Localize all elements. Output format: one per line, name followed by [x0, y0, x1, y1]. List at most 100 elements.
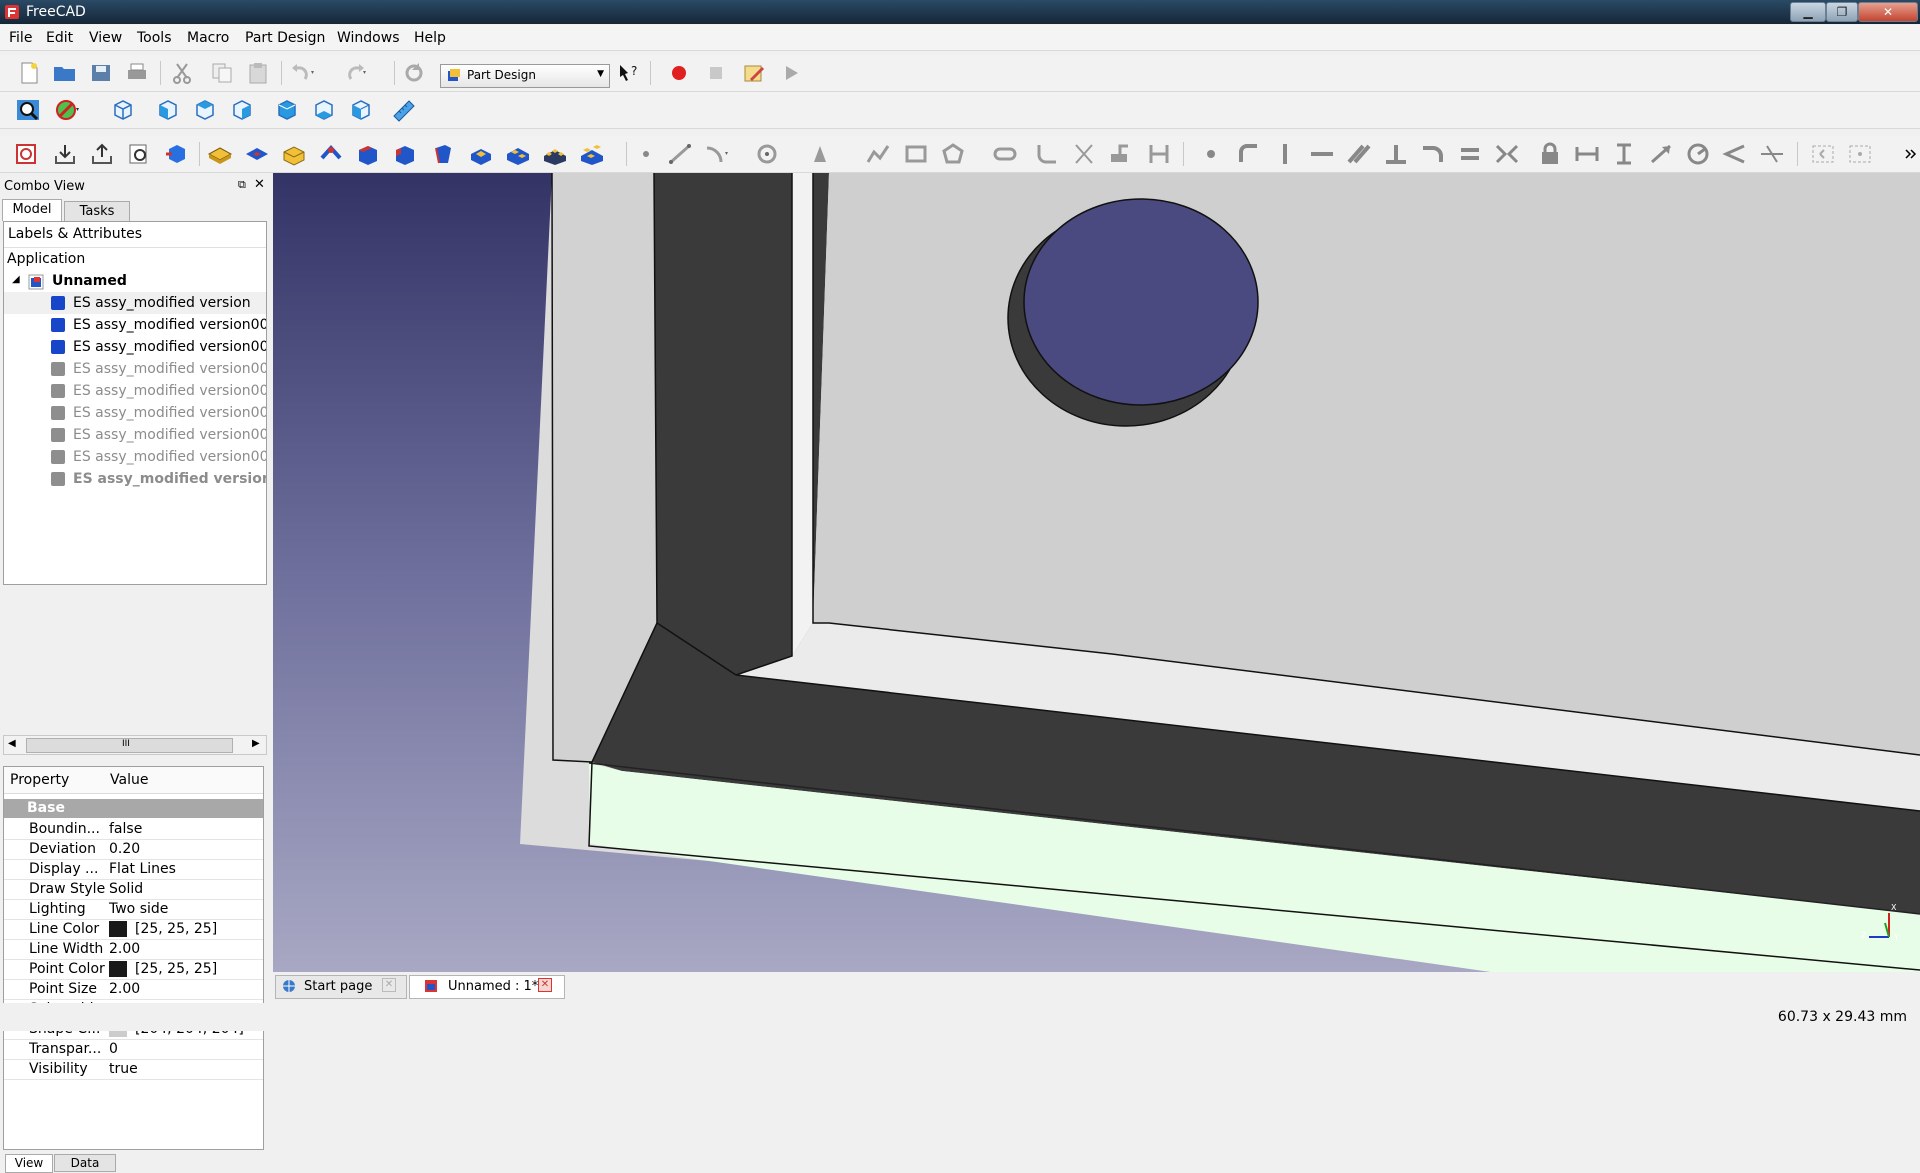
left-view-icon[interactable]: [348, 98, 374, 122]
constrain-tangent-icon[interactable]: [1420, 142, 1446, 166]
tree-item[interactable]: ES assy_modified version005: [4, 402, 266, 424]
close-tab-icon[interactable]: ✕: [538, 978, 552, 992]
constrain-parallel-icon[interactable]: [1346, 142, 1372, 166]
property-row[interactable]: Deviation 0.20: [4, 839, 263, 860]
property-value[interactable]: 2.00: [109, 981, 140, 997]
tree-item[interactable]: ES assy_modified version00: [4, 468, 266, 490]
leave-sketch-icon[interactable]: [52, 142, 78, 166]
menu-macro[interactable]: Macro: [187, 30, 229, 46]
tree-item[interactable]: ES assy_modified version002: [4, 336, 266, 358]
property-value[interactable]: Solid: [109, 881, 143, 897]
tree-item[interactable]: ES assy_modified version007: [4, 446, 266, 468]
constrain-lock-icon[interactable]: [1537, 142, 1563, 166]
float-panel-icon[interactable]: ⧉: [238, 178, 246, 192]
rear-view-icon[interactable]: [274, 98, 300, 122]
tree-item[interactable]: ES assy_modified version003: [4, 358, 266, 380]
property-value[interactable]: Two side: [109, 901, 168, 917]
sketch-arc-icon[interactable]: [703, 142, 729, 166]
new-document-icon[interactable]: [16, 61, 42, 85]
color-swatch[interactable]: [109, 921, 127, 937]
menu-tools[interactable]: Tools: [137, 30, 172, 46]
execute-macro-icon[interactable]: [778, 61, 804, 85]
tab-view[interactable]: View: [5, 1154, 53, 1173]
property-group-base[interactable]: Base: [4, 799, 263, 818]
sketch-trim-icon[interactable]: [1071, 142, 1097, 166]
pad-icon[interactable]: [207, 142, 233, 166]
tab-start-page[interactable]: Start page ✕: [275, 975, 407, 999]
stop-macro-icon[interactable]: [703, 61, 729, 85]
scroll-left-icon[interactable]: ◀: [8, 738, 16, 749]
refresh-icon[interactable]: [401, 61, 427, 85]
property-row[interactable]: Visibility true: [4, 1059, 263, 1080]
select-origin-icon[interactable]: [1847, 142, 1873, 166]
constrain-point-on-object-icon[interactable]: [1235, 142, 1261, 166]
groove-icon[interactable]: [318, 142, 344, 166]
tab-data[interactable]: Data: [54, 1154, 116, 1172]
scroll-right-icon[interactable]: ▶: [252, 738, 260, 749]
linear-pattern-icon[interactable]: [542, 142, 568, 166]
constrain-equal-icon[interactable]: [1457, 142, 1483, 166]
constrain-distance-icon[interactable]: [1648, 142, 1674, 166]
macro-editor-icon[interactable]: [741, 61, 767, 85]
tree-document-node[interactable]: ◢ Unnamed: [4, 270, 266, 292]
tab-model[interactable]: Model: [2, 199, 62, 221]
constrain-symmetric-icon[interactable]: [1494, 142, 1520, 166]
thickness-icon[interactable]: [468, 142, 494, 166]
print-icon[interactable]: [124, 61, 150, 85]
toolbar-overflow-icon[interactable]: [1898, 142, 1917, 166]
save-icon[interactable]: [88, 61, 114, 85]
maximize-button[interactable]: ❐: [1826, 2, 1858, 22]
constrain-vertical-distance-icon[interactable]: [1611, 142, 1637, 166]
isometric-view-icon[interactable]: [110, 98, 136, 122]
menu-edit[interactable]: Edit: [46, 30, 73, 46]
workbench-selector[interactable]: Part Design ▼: [440, 64, 610, 88]
tab-unnamed[interactable]: Unnamed : 1* ✕: [409, 975, 565, 999]
chamfer-icon[interactable]: [392, 142, 418, 166]
menu-view[interactable]: View: [89, 30, 122, 46]
sketch-line-icon[interactable]: [667, 142, 693, 166]
view-sketch-icon[interactable]: [89, 142, 115, 166]
property-value[interactable]: 0.20: [109, 841, 140, 857]
property-row[interactable]: Boundin... false: [4, 819, 263, 840]
pocket-icon[interactable]: [244, 142, 270, 166]
map-sketch-icon[interactable]: [126, 142, 152, 166]
measure-distance-icon[interactable]: [391, 98, 417, 122]
constrain-horizontal-distance-icon[interactable]: [1574, 142, 1600, 166]
property-row[interactable]: Lighting Two side: [4, 899, 263, 920]
constrain-horizontal-icon[interactable]: [1309, 142, 1335, 166]
cut-icon[interactable]: [169, 61, 195, 85]
draft-icon[interactable]: [430, 142, 456, 166]
redo-icon[interactable]: [341, 61, 367, 85]
tree-item[interactable]: ES assy_modified version004: [4, 380, 266, 402]
property-row[interactable]: Display ... Flat Lines: [4, 859, 263, 880]
fit-all-icon[interactable]: [15, 98, 41, 122]
property-row[interactable]: Point Size 2.00: [4, 979, 263, 1000]
collapse-arrow-icon[interactable]: ◢: [12, 274, 20, 285]
tree-horizontal-scrollbar[interactable]: ◀ III ▶: [3, 735, 267, 755]
sketch-fillet-icon[interactable]: [1034, 142, 1060, 166]
sketch-point-icon[interactable]: [633, 142, 659, 166]
property-value[interactable]: Flat Lines: [109, 861, 176, 877]
bottom-view-icon[interactable]: [311, 98, 337, 122]
property-row[interactable]: Point Color [25, 25, 25]: [4, 959, 263, 980]
top-view-icon[interactable]: [192, 98, 218, 122]
multi-transform-icon[interactable]: [579, 142, 605, 166]
validate-sketch-icon[interactable]: [164, 142, 190, 166]
tree-item[interactable]: ES assy_modified version001: [4, 314, 266, 336]
sketch-polyline-icon[interactable]: [865, 142, 891, 166]
color-swatch[interactable]: [109, 961, 127, 977]
property-row[interactable]: Line Color [25, 25, 25]: [4, 919, 263, 940]
property-row[interactable]: Transpar... 0: [4, 1039, 263, 1060]
constrain-angle-icon[interactable]: [1722, 142, 1748, 166]
tree-item[interactable]: ES assy_modified version: [4, 292, 266, 314]
property-value[interactable]: false: [109, 821, 142, 837]
tree-item[interactable]: ES assy_modified version006: [4, 424, 266, 446]
property-row[interactable]: Draw Style Solid: [4, 879, 263, 900]
3d-model-render[interactable]: [273, 173, 1920, 972]
tab-tasks[interactable]: Tasks: [64, 201, 130, 222]
sketch-conic-icon[interactable]: [808, 142, 834, 166]
record-macro-icon[interactable]: [666, 61, 692, 85]
front-view-icon[interactable]: [155, 98, 181, 122]
sketch-circle-icon[interactable]: [755, 142, 781, 166]
select-constraints-icon[interactable]: [1810, 142, 1836, 166]
